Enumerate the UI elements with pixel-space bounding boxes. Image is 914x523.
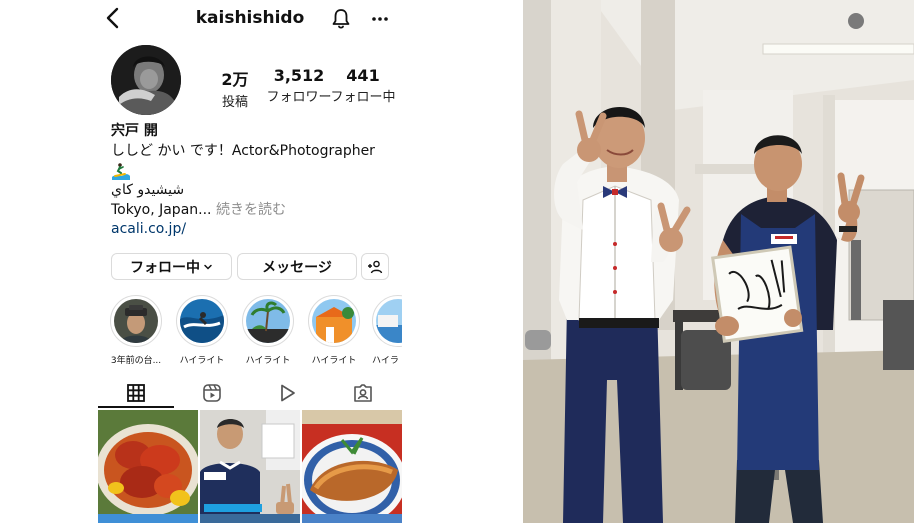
- bio-line-location: Tokyo, Japan... 続きを読む: [111, 201, 411, 221]
- top-bar: kaishishido: [0, 0, 522, 38]
- stat-followers-count: 3,512: [273, 66, 325, 85]
- highlight-item[interactable]: 3年前の台...: [108, 295, 164, 366]
- profile-avatar[interactable]: [111, 45, 181, 115]
- more-dots-icon[interactable]: [368, 7, 392, 31]
- stat-posts[interactable]: 2万 投稿: [212, 66, 258, 110]
- avatar-photo: [111, 45, 181, 115]
- highlight-ring: [110, 295, 162, 347]
- photo-two-men-peace-sign: [523, 0, 914, 523]
- highlight-item[interactable]: ハイライト: [306, 295, 362, 366]
- shop-staff-photo: [200, 410, 300, 523]
- highlight-label: 3年前の台...: [110, 356, 162, 366]
- bio-read-more-link[interactable]: 続きを読む: [212, 202, 286, 218]
- highlight-label: ハイラ: [372, 356, 399, 366]
- stat-following[interactable]: 441 フォロー中: [330, 66, 396, 105]
- highlight-item[interactable]: ハイライト: [240, 295, 296, 366]
- post-thumbnail[interactable]: [200, 410, 300, 523]
- highlight-thumbnail: [180, 299, 224, 343]
- chevron-down-icon: [204, 264, 212, 270]
- stat-followers-label: フォロワー: [266, 90, 332, 105]
- crab-dish-photo: [98, 410, 198, 523]
- post-grid: [98, 410, 402, 523]
- highlight-label: ハイライト: [245, 356, 291, 366]
- chevron-left-icon[interactable]: [100, 4, 126, 32]
- active-tab-indicator: [98, 406, 174, 408]
- bio-location: Tokyo, Japan...: [111, 201, 212, 218]
- grilled-fish-photo: [302, 410, 402, 523]
- play-icon[interactable]: [276, 382, 298, 404]
- message-button[interactable]: メッセージ: [237, 253, 357, 280]
- bio-line-intro: ししど かい です！Actor&Photographer: [111, 142, 375, 159]
- add-user-icon: [368, 260, 383, 273]
- profile-username: kaishishido: [195, 8, 305, 28]
- profile-display-name: 宍戸 開: [111, 123, 158, 139]
- following-button[interactable]: フォロー中: [111, 253, 232, 280]
- profile-bio: 宍戸 開 ししど かい です！Actor&Photographer شيشيدو…: [111, 122, 411, 240]
- highlight-label: ハイライト: [311, 356, 357, 366]
- instagram-profile-screen: kaishishido 2万 投稿 3,512 フォロワー 441 フォロー中 …: [0, 0, 522, 523]
- message-button-label: メッセージ: [262, 259, 332, 276]
- bell-icon[interactable]: [329, 7, 353, 31]
- highlight-ring: [372, 295, 402, 347]
- reels-icon[interactable]: [201, 382, 223, 404]
- stat-posts-count: 2万: [221, 70, 249, 89]
- highlight-thumbnail: [246, 299, 290, 343]
- photo-scene: [523, 0, 914, 523]
- highlight-thumbnail: [312, 299, 356, 343]
- highlight-ring: [176, 295, 228, 347]
- highlight-item[interactable]: ハイライト: [174, 295, 230, 366]
- add-user-button[interactable]: [361, 253, 389, 280]
- grid-icon[interactable]: [125, 382, 147, 404]
- highlight-thumbnail: [114, 299, 158, 343]
- stat-following-label: フォロー中: [330, 90, 396, 105]
- bio-line-arabic: شيشيدو كاي: [111, 182, 185, 198]
- following-button-label: フォロー中: [130, 259, 200, 276]
- profile-tabs: [98, 380, 402, 408]
- highlight-ring: [242, 295, 294, 347]
- surfer-emoji-icon: [111, 161, 411, 181]
- highlight-item[interactable]: ハイラ: [372, 295, 402, 366]
- post-thumbnail[interactable]: [98, 410, 198, 523]
- stat-followers[interactable]: 3,512 フォロワー: [264, 66, 334, 105]
- stat-posts-label: 投稿: [221, 95, 248, 110]
- bio-website-link[interactable]: acali.co.jp/: [111, 220, 411, 240]
- tagged-icon[interactable]: [352, 382, 374, 404]
- highlight-label: ハイライト: [179, 356, 225, 366]
- stat-following-count: 441: [346, 66, 380, 85]
- highlight-ring: [308, 295, 360, 347]
- post-thumbnail[interactable]: [302, 410, 402, 523]
- highlight-thumbnail: [376, 299, 402, 343]
